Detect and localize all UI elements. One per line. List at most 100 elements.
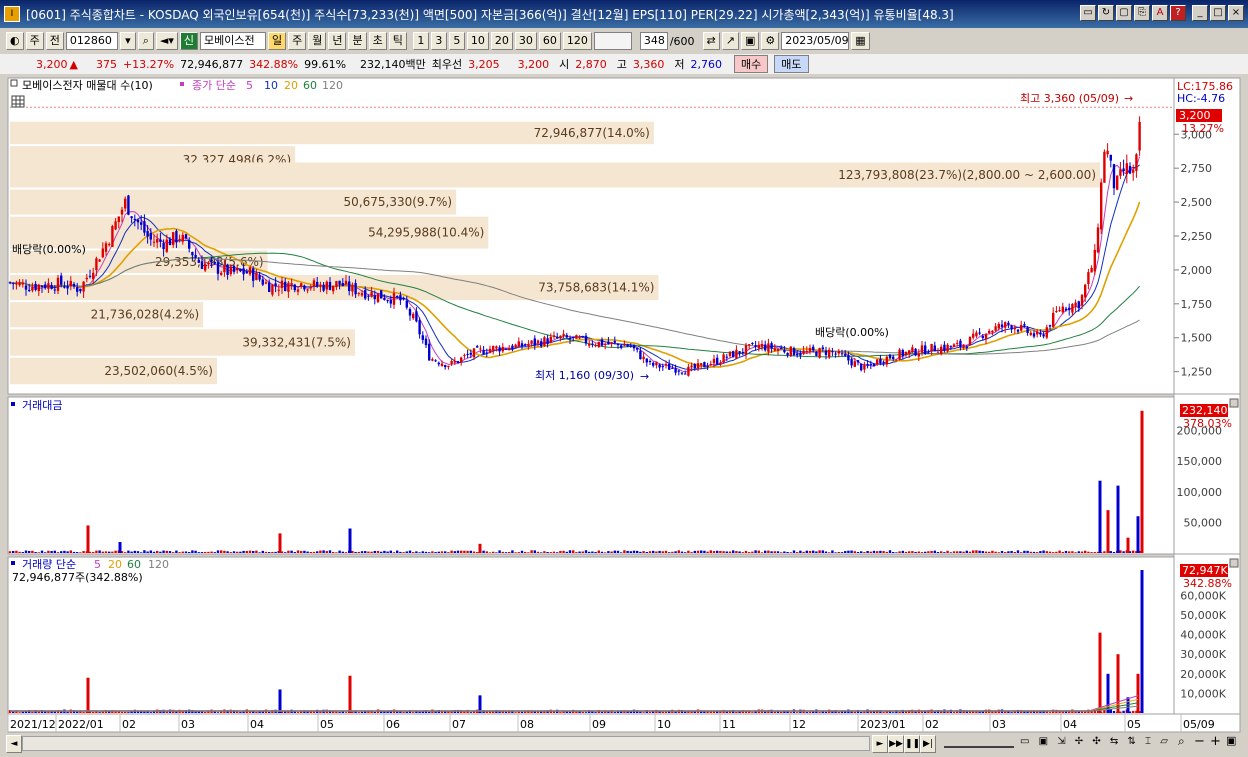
candle-body xyxy=(940,346,943,355)
period-month-tab[interactable]: 월 xyxy=(308,32,327,50)
amount-bar xyxy=(335,552,338,553)
tool-icons[interactable]: ▭ ▣ ⇲ ✢ ✣ ⇆ ⇅ ⌶ ▱ xyxy=(1020,736,1170,747)
x-tick-label: 2021/12 xyxy=(10,718,56,731)
zoom-out-icon[interactable]: ⌕ xyxy=(1178,734,1185,749)
candle-body xyxy=(319,284,322,287)
market-select[interactable]: 주 xyxy=(25,32,44,50)
ma-legend-60: 60 xyxy=(303,79,317,92)
candle-body xyxy=(111,226,114,247)
interval-10[interactable]: 10 xyxy=(466,32,489,50)
amount-bar xyxy=(645,551,648,553)
scroll-left-icon[interactable]: ◄ xyxy=(6,735,22,753)
period-week-tab[interactable]: 주 xyxy=(288,32,307,50)
plus-icon[interactable]: + xyxy=(1210,734,1221,749)
play-icon[interactable]: ▶▶ xyxy=(888,735,904,753)
amount-bar xyxy=(1032,551,1036,553)
calendar-icon[interactable]: ▦ xyxy=(851,32,870,50)
period-day-tab[interactable]: 일 xyxy=(267,32,287,50)
stock-name-field[interactable]: 모베이스전 xyxy=(199,32,266,50)
qty-bar xyxy=(124,712,127,713)
amount-bar xyxy=(639,551,642,553)
custom-interval-input[interactable] xyxy=(593,32,632,50)
qty-close-icon[interactable] xyxy=(1229,558,1239,568)
period-second-tab[interactable]: 초 xyxy=(368,32,387,50)
amount-bar xyxy=(248,550,252,553)
fullscreen-icon[interactable]: ▣ xyxy=(1226,734,1236,747)
gear-icon[interactable]: ⚙ xyxy=(761,32,780,50)
profile-label: 123,793,808(23.7%)(2,800.00 ~ 2,600.00) xyxy=(838,168,1096,182)
candle-body xyxy=(1106,150,1109,155)
amount-bar xyxy=(229,552,232,553)
qty-spike xyxy=(1140,570,1144,713)
x-tick-label: 03 xyxy=(181,718,195,731)
amount-bar xyxy=(1132,550,1135,553)
interval-30[interactable]: 30 xyxy=(514,32,537,50)
candle-body xyxy=(271,284,274,295)
amount-bar xyxy=(719,550,722,553)
amount-bar xyxy=(450,550,453,553)
tile-button[interactable]: ▭ xyxy=(1080,5,1096,21)
amount-bar xyxy=(1112,552,1116,553)
chevron-down-icon[interactable]: ▾ xyxy=(119,32,136,50)
candle-body xyxy=(338,280,341,285)
candle-body xyxy=(840,353,844,355)
close-button[interactable]: × xyxy=(1228,5,1244,21)
refresh-button[interactable]: ↻ xyxy=(1098,5,1114,21)
price-tag: 3,200 xyxy=(1179,109,1211,122)
save-icon[interactable]: ▣ xyxy=(740,32,760,50)
scroll-right-icon[interactable]: ► xyxy=(872,735,888,753)
scope-select[interactable]: 전 xyxy=(45,32,64,50)
minimize-button[interactable]: _ xyxy=(1192,5,1208,21)
amount-bar xyxy=(1093,552,1096,553)
zoom-slider[interactable] xyxy=(944,738,1014,748)
buy-button[interactable]: 매수 xyxy=(734,55,769,73)
scroll-track[interactable] xyxy=(22,736,870,751)
amount-bar xyxy=(1055,551,1058,553)
tool-icon[interactable]: ◐ xyxy=(6,32,24,50)
minus-icon[interactable]: − xyxy=(1194,734,1205,749)
pause-icon[interactable]: ❚❚ xyxy=(904,735,920,753)
font-button[interactable]: A xyxy=(1152,5,1168,21)
amount-bar xyxy=(607,551,610,553)
help-button[interactable]: ? xyxy=(1170,5,1186,21)
interval-20[interactable]: 20 xyxy=(490,32,513,50)
code-input[interactable]: 012860 xyxy=(65,32,118,50)
count-input[interactable]: 348 xyxy=(639,32,668,50)
horizontal-scrollbar[interactable]: ◄ ► ▶▶ ❚❚ ▶| ▭ ▣ ⇲ ✢ ✣ ⇆ ⇅ ⌶ ▱ ⌕ − + ▣ xyxy=(0,734,1248,753)
interval-3[interactable]: 3 xyxy=(430,32,447,50)
search-icon[interactable]: ⌕ xyxy=(137,32,154,50)
candle-body xyxy=(1013,327,1016,330)
interval-1[interactable]: 1 xyxy=(412,32,429,50)
qty-bar xyxy=(796,712,799,713)
candle-body xyxy=(1125,163,1128,175)
interval-120[interactable]: 120 xyxy=(562,32,592,50)
end-icon[interactable]: ▶| xyxy=(920,735,936,753)
candle-body xyxy=(866,364,869,366)
amount-bar xyxy=(818,550,821,553)
up-arrow-icon: ▲ xyxy=(69,57,78,71)
frame-button[interactable]: ▢ xyxy=(1116,5,1132,21)
period-year-tab[interactable]: 년 xyxy=(328,32,347,50)
maximize-button[interactable]: □ xyxy=(1210,5,1226,21)
candle-body xyxy=(335,281,338,287)
amount-bar xyxy=(780,552,783,553)
line-icon[interactable]: ↗ xyxy=(721,32,739,50)
period-minute-tab[interactable]: 분 xyxy=(348,32,367,50)
qty-bar xyxy=(568,711,572,713)
sell-button[interactable]: 매도 xyxy=(774,55,809,73)
period-tick-tab[interactable]: 틱 xyxy=(388,32,407,50)
copy-button[interactable]: ⎘ xyxy=(1134,5,1150,21)
qty-bar xyxy=(882,712,885,713)
amount-spike xyxy=(1116,485,1120,553)
speaker-icon[interactable]: ◄▾ xyxy=(155,32,178,50)
date-input[interactable]: 2023/05/09 xyxy=(781,32,850,50)
candle-body xyxy=(1135,154,1138,171)
table-icon[interactable] xyxy=(11,95,25,108)
candle-body xyxy=(703,362,706,368)
arrows-icon[interactable]: ⇄ xyxy=(702,32,720,50)
interval-60[interactable]: 60 xyxy=(538,32,561,50)
interval-5[interactable]: 5 xyxy=(448,32,465,50)
amount-bar xyxy=(242,550,245,553)
amount-close-icon[interactable] xyxy=(1229,398,1239,408)
candle-body xyxy=(168,239,172,246)
